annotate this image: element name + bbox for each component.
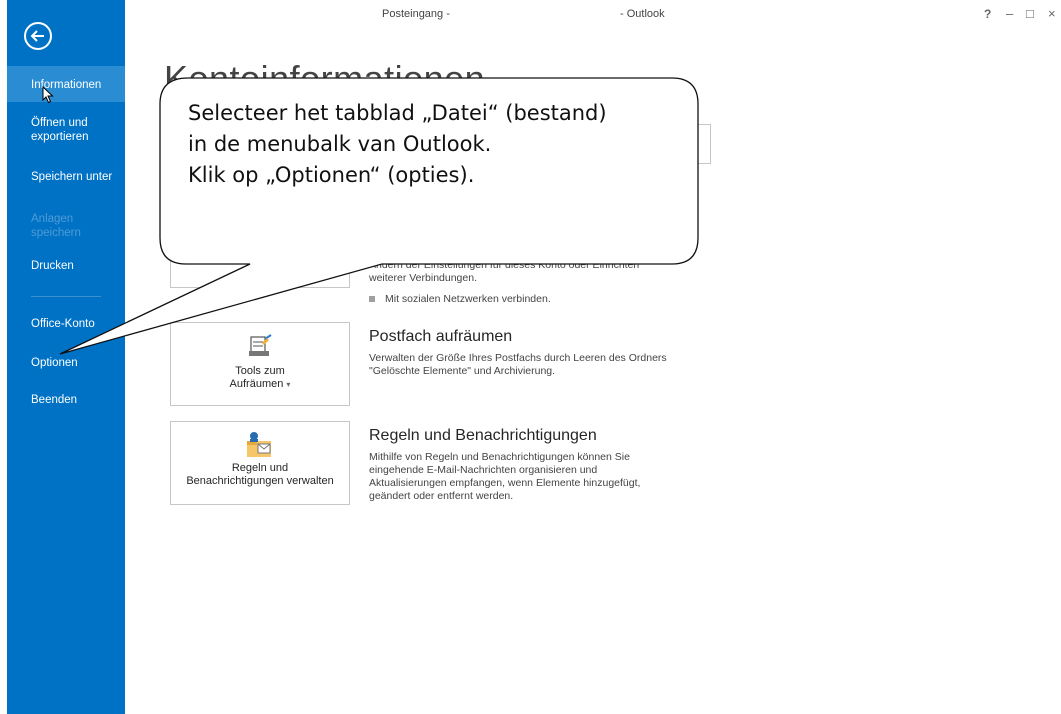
mouse-pointer-icon (42, 86, 54, 104)
instruction-callout-text: Selecteer het tabblad „Datei“ (bestand) … (188, 101, 607, 187)
